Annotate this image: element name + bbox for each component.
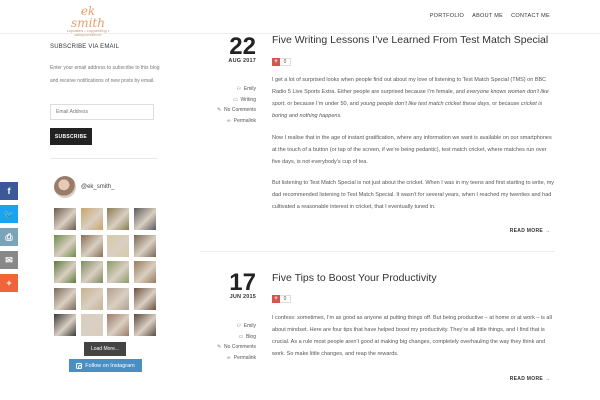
link-icon: ∞ bbox=[226, 117, 231, 124]
category-label: Writing bbox=[240, 96, 256, 103]
nav-portfolio[interactable]: PORTFOLIO bbox=[430, 13, 464, 19]
author-label: Emily bbox=[243, 86, 256, 93]
post-paragraph: Now I realise that in the age of instant… bbox=[272, 135, 552, 165]
link-icon: ∞ bbox=[226, 354, 231, 361]
post-date-day: 22 bbox=[229, 33, 256, 60]
post-meta: ⚇ Emily ▭ Writing ✎ No Comments ∞ Permalink bbox=[196, 84, 256, 126]
instagram-thumbnail[interactable] bbox=[80, 261, 103, 283]
permalink-label: Permalink bbox=[233, 117, 256, 124]
instagram-thumbnail[interactable] bbox=[80, 234, 103, 257]
email-icon[interactable]: ✉ bbox=[0, 251, 18, 269]
comments-label: No Comments bbox=[224, 344, 256, 351]
instagram-thumbnail[interactable] bbox=[107, 261, 129, 283]
like-plus-icon[interactable]: + bbox=[272, 58, 280, 66]
instagram-thumbnail[interactable] bbox=[133, 314, 156, 336]
post-comments[interactable]: ✎ No Comments bbox=[196, 105, 256, 116]
post-title[interactable]: Five Writing Lessons I’ve Learned From T… bbox=[272, 34, 548, 46]
post-author[interactable]: ⚇ Emily bbox=[196, 84, 256, 95]
logo-text: ek smith bbox=[71, 4, 105, 30]
post-date-day: 17 bbox=[229, 269, 256, 296]
subscribe-description: Enter your email address to subscribe to… bbox=[50, 65, 160, 84]
like-count: 0 bbox=[280, 295, 291, 303]
nav-about-me[interactable]: ABOUT ME bbox=[472, 13, 503, 19]
like-widget[interactable]: + 0 bbox=[272, 58, 291, 66]
post-paragraph: I get a lot of surprised looks when peop… bbox=[272, 74, 555, 122]
instagram-thumbnail[interactable] bbox=[133, 208, 156, 230]
email-field[interactable] bbox=[50, 104, 154, 120]
category-label: Blog bbox=[245, 333, 256, 340]
like-plus-icon[interactable]: + bbox=[272, 295, 280, 303]
instagram-thumbnail[interactable] bbox=[133, 287, 156, 310]
post-category[interactable]: ▭ Writing bbox=[196, 95, 256, 106]
instagram-thumbnail[interactable] bbox=[107, 234, 129, 257]
folder-icon: ▭ bbox=[238, 333, 244, 340]
instagram-thumbnail[interactable] bbox=[133, 261, 156, 283]
post-permalink[interactable]: ∞ Permalink bbox=[196, 353, 256, 364]
site-header: ek smith cupcakes • copywriting • cakepr… bbox=[0, 0, 600, 37]
paragraph-emphasis: young people don’t like test match crick… bbox=[360, 101, 490, 107]
like-count: 0 bbox=[280, 58, 291, 66]
comment-icon: ✎ bbox=[216, 107, 222, 114]
share-more-icon[interactable]: + bbox=[0, 274, 18, 292]
instagram-thumbnail[interactable] bbox=[133, 234, 156, 257]
main-nav: PORTFOLIO ABOUT ME CONTACT ME bbox=[422, 13, 550, 19]
instagram-feed bbox=[54, 208, 156, 336]
instagram-thumbnail[interactable] bbox=[107, 314, 129, 336]
post-comments[interactable]: ✎ No Comments bbox=[196, 342, 256, 353]
instagram-thumbnail[interactable] bbox=[107, 208, 129, 230]
post-date-month: AUG 2017 bbox=[228, 58, 256, 64]
read-more-link[interactable]: READ MORE → bbox=[510, 376, 550, 382]
instagram-thumbnail[interactable] bbox=[54, 287, 76, 310]
like-widget[interactable]: + 0 bbox=[272, 295, 291, 303]
share-bar: f 🐦 ⎙ ✉ + bbox=[0, 182, 18, 297]
instagram-icon bbox=[76, 362, 83, 369]
follow-label: Follow on Instagram bbox=[85, 362, 135, 369]
subscribe-button[interactable]: SUBSCRIBE bbox=[50, 128, 92, 145]
avatar[interactable] bbox=[54, 176, 76, 198]
instagram-thumbnail[interactable] bbox=[54, 261, 76, 283]
logo-tagline: cupcakes • copywriting • cakeprovidence bbox=[66, 29, 110, 37]
follow-instagram-button[interactable]: Follow on Instagram bbox=[69, 359, 142, 372]
site-logo[interactable]: ek smith cupcakes • copywriting • cakepr… bbox=[62, 5, 114, 37]
print-icon[interactable]: ⎙ bbox=[0, 228, 18, 246]
subscribe-heading: SUBSCRIBE VIA EMAIL bbox=[50, 44, 120, 50]
instagram-thumbnail[interactable] bbox=[54, 234, 76, 257]
instagram-handle[interactable]: @ek_smith_ bbox=[81, 184, 114, 190]
post-author[interactable]: ⚇ Emily bbox=[196, 321, 256, 332]
paragraph-text: , or because bbox=[489, 101, 521, 107]
post-divider bbox=[200, 251, 555, 252]
post-permalink[interactable]: ∞ Permalink bbox=[196, 116, 256, 127]
comment-icon: ✎ bbox=[216, 344, 222, 351]
twitter-icon[interactable]: 🐦 bbox=[0, 205, 18, 223]
folder-icon: ▭ bbox=[233, 96, 238, 103]
instagram-thumbnail[interactable] bbox=[107, 287, 129, 310]
instagram-thumbnail[interactable] bbox=[80, 287, 103, 310]
comments-label: No Comments bbox=[224, 107, 256, 114]
author-label: Emily bbox=[243, 323, 256, 330]
permalink-label: Permalink bbox=[233, 354, 256, 361]
sidebar-divider bbox=[50, 158, 158, 159]
read-more-link[interactable]: READ MORE → bbox=[510, 228, 550, 234]
load-more-button[interactable]: Load More... bbox=[84, 342, 126, 356]
user-icon: ⚇ bbox=[236, 86, 241, 93]
paragraph-text: , or because I’m under 50, and bbox=[284, 101, 361, 107]
post-paragraph: But listening to Test Match Special is n… bbox=[272, 180, 555, 210]
instagram-thumbnail[interactable] bbox=[80, 314, 103, 336]
instagram-thumbnail[interactable] bbox=[54, 208, 76, 230]
instagram-thumbnail[interactable] bbox=[54, 314, 76, 336]
instagram-thumbnail[interactable] bbox=[80, 208, 103, 230]
post-meta: ⚇ Emily ▭ Blog ✎ No Comments ∞ Permalink bbox=[196, 321, 256, 363]
post-date-month: JUN 2015 bbox=[229, 294, 256, 300]
post-title[interactable]: Five Tips to Boost Your Productivity bbox=[272, 272, 437, 284]
post-paragraph: I confess: sometimes, I’m as good as any… bbox=[272, 315, 552, 357]
facebook-icon[interactable]: f bbox=[0, 182, 18, 200]
user-icon: ⚇ bbox=[236, 323, 241, 330]
post-category[interactable]: ▭ Blog bbox=[196, 332, 256, 343]
nav-contact-me[interactable]: CONTACT ME bbox=[511, 13, 550, 19]
